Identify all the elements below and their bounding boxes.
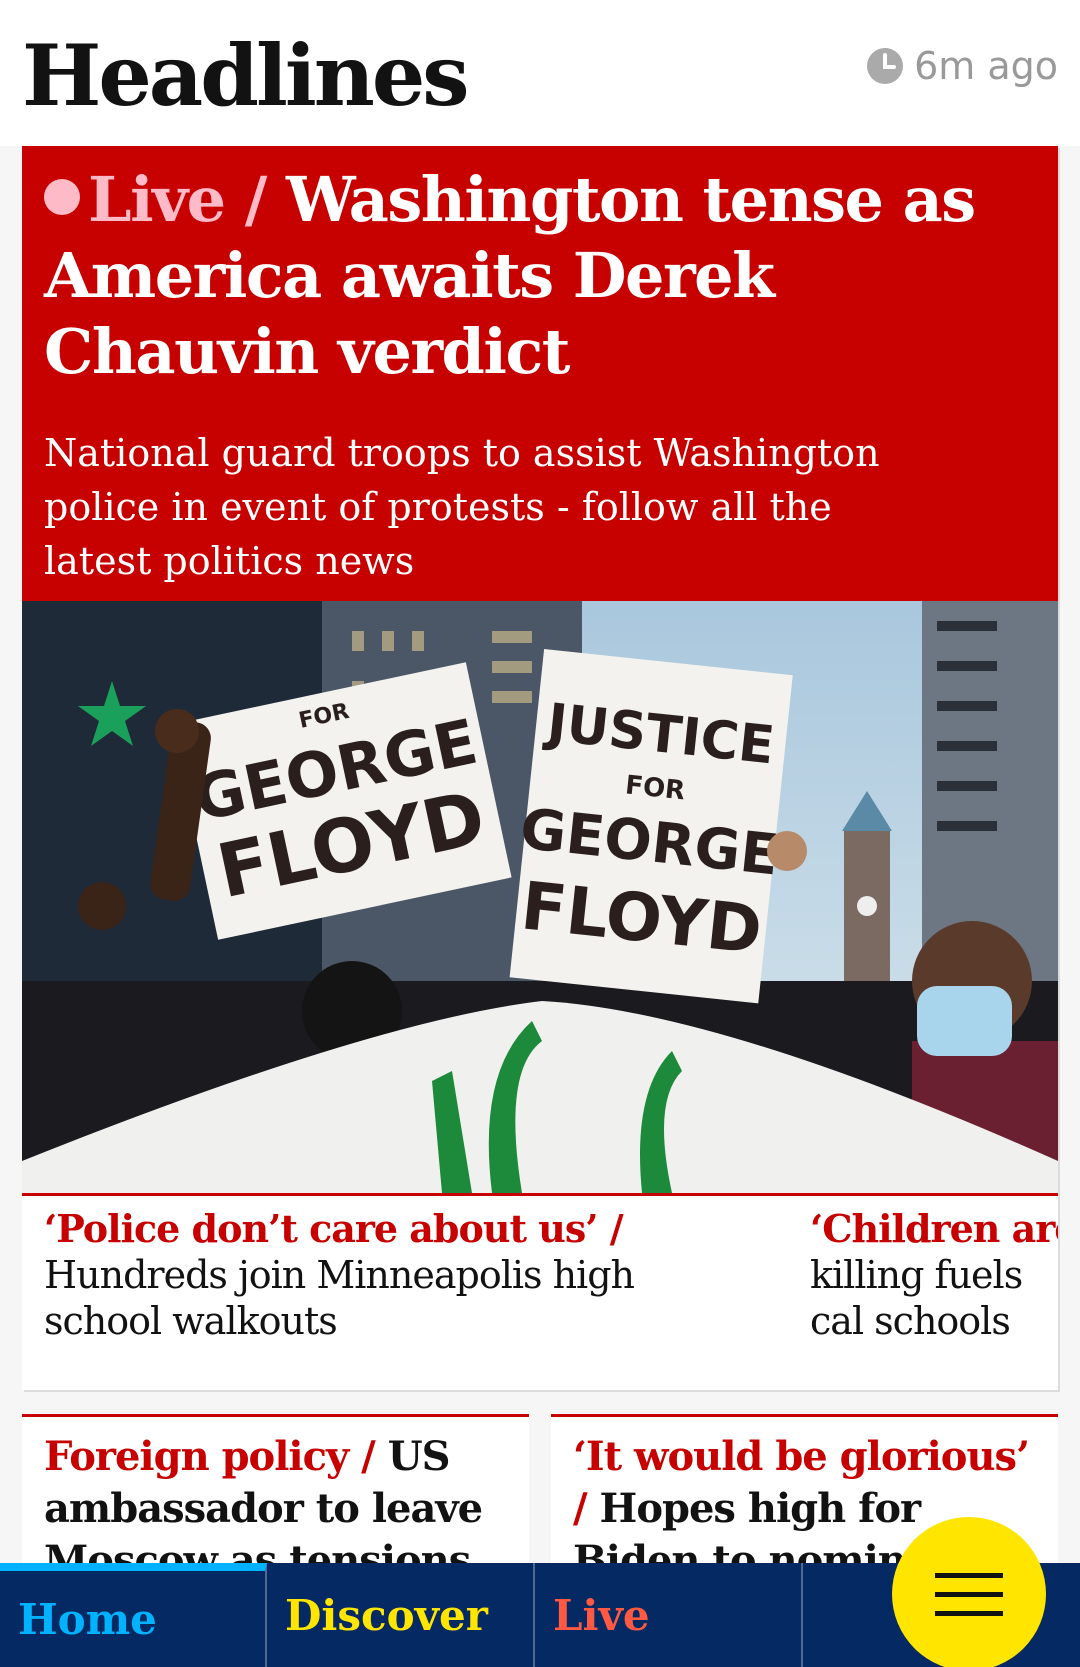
- sublink-walkouts[interactable]: ‘Police don’t care about us’ / Hundreds …: [44, 1206, 724, 1344]
- sublink-kicker: ‘Police don’t care about us’ /: [44, 1206, 624, 1251]
- nav-live[interactable]: Live: [535, 1563, 803, 1667]
- sublink-text: killing fuels cal schools: [810, 1253, 1023, 1343]
- menu-line: [935, 1591, 1003, 1597]
- headlines-screen: Headlines 6m ago Live / Washington tense…: [0, 0, 1080, 1667]
- menu-line: [935, 1610, 1003, 1616]
- nav-home[interactable]: Home: [0, 1563, 267, 1667]
- sublink-kicker: ‘Children are c: [810, 1206, 1058, 1251]
- hamburger-menu-icon[interactable]: [892, 1517, 1046, 1667]
- lead-photo[interactable]: FOR GEORGE FLOYD JUSTICE FOR GEORGE FLOY…: [22, 601, 1058, 1193]
- updated-time: 6m ago: [914, 44, 1058, 88]
- lead-sublinks: ‘Police don’t care about us’ / Hundreds …: [22, 1193, 1058, 1390]
- live-dot-icon: [44, 179, 80, 215]
- sublink-children[interactable]: ‘Children are c killing fuels cal school…: [810, 1206, 1058, 1344]
- sublink-text: Hundreds join Minneapolis high school wa…: [44, 1253, 635, 1343]
- last-updated: 6m ago: [866, 44, 1058, 88]
- menu-line: [935, 1572, 1003, 1578]
- nav-discover[interactable]: Discover: [267, 1563, 535, 1667]
- lead-standfirst: National guard troops to assist Washingt…: [44, 431, 880, 583]
- lead-headline[interactable]: Live / Washington tense as America await…: [44, 162, 1034, 390]
- header: Headlines 6m ago: [0, 0, 1080, 146]
- live-kicker: Live /: [88, 163, 267, 236]
- lead-story-card[interactable]: Live / Washington tense as America await…: [22, 146, 1058, 1390]
- lead-story-header[interactable]: Live / Washington tense as America await…: [22, 146, 1058, 601]
- clock-icon: [867, 48, 904, 84]
- protest-photo: FOR GEORGE FLOYD JUSTICE FOR GEORGE FLOY…: [22, 601, 1058, 1193]
- page-title: Headlines: [22, 26, 470, 125]
- sign-right-line2: FOR: [624, 770, 687, 806]
- card-kicker: Foreign policy /: [44, 1433, 376, 1480]
